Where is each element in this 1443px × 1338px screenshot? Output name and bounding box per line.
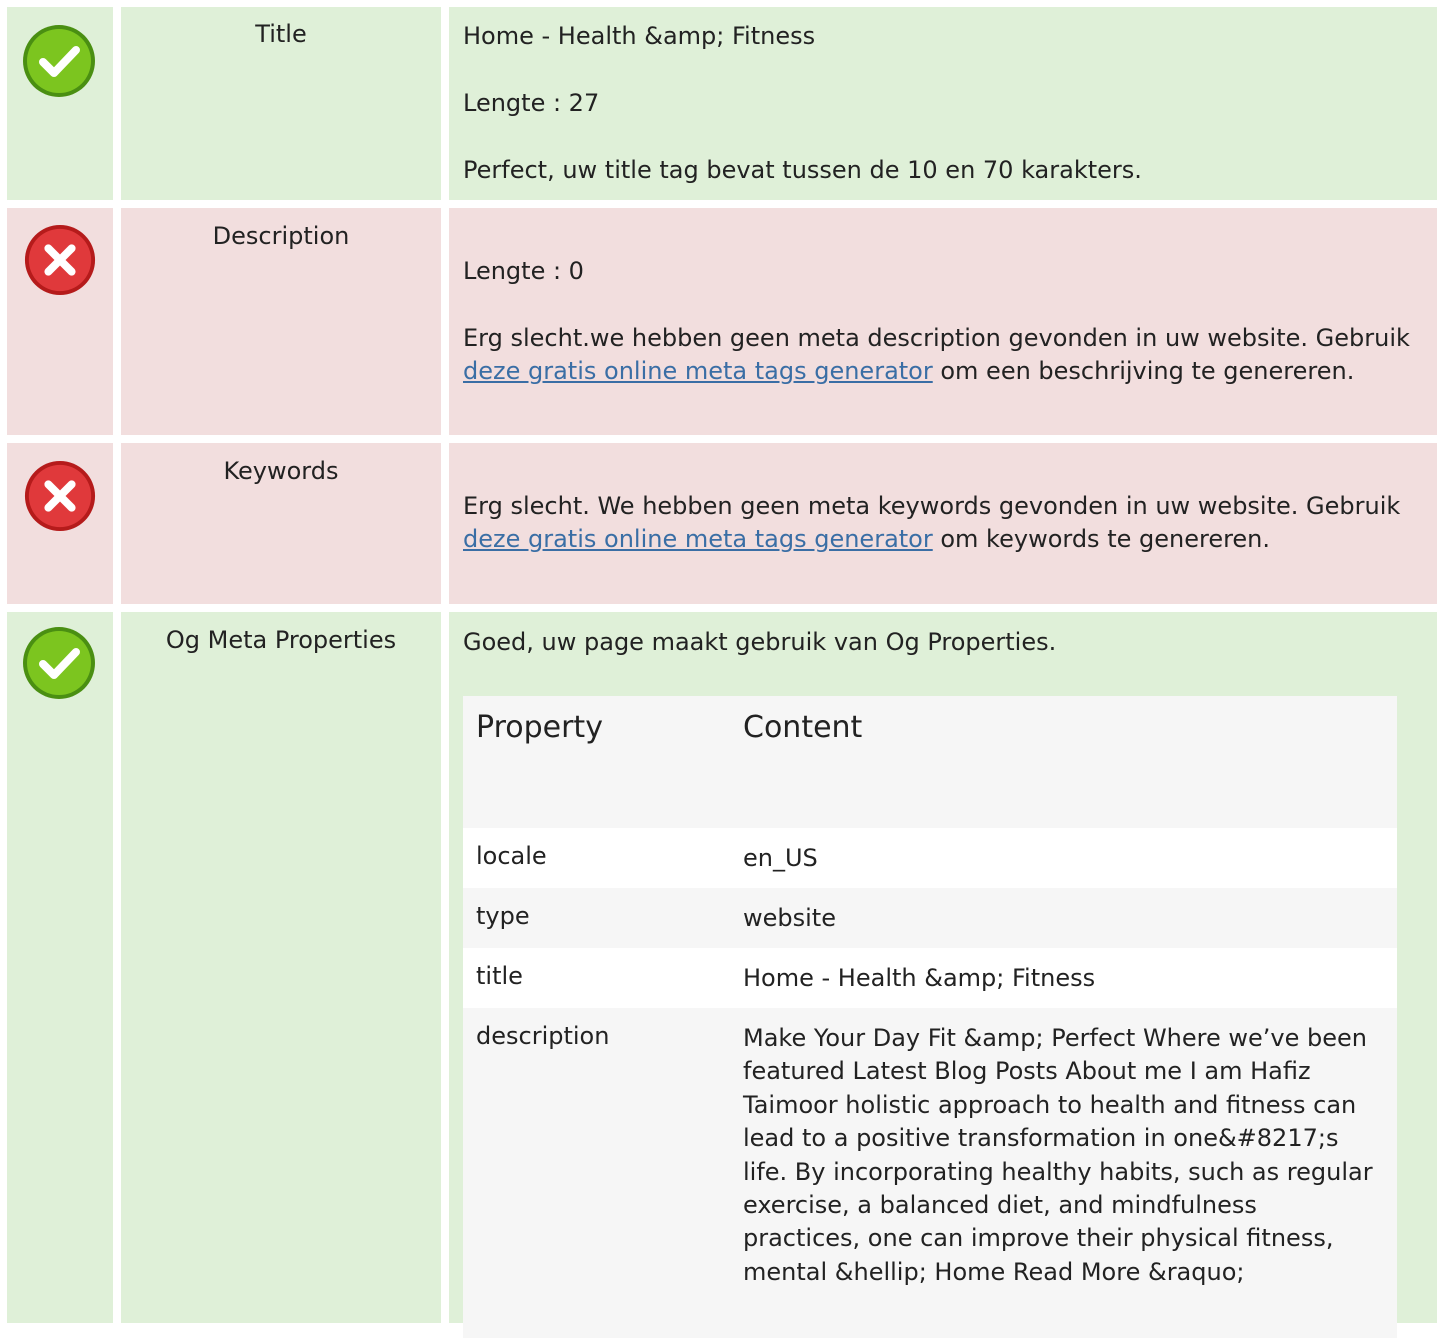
- status-cell: [7, 443, 113, 604]
- property-cell: type: [476, 902, 530, 930]
- content-cell: Goed, uw page maakt gebruik van Og Prope…: [449, 612, 1437, 1338]
- column-header-property: Property: [476, 710, 603, 745]
- title-row: Title Home - Health &amp; Fitness Lengte…: [0, 7, 1443, 200]
- keywords-row: Keywords Erg slecht. We hebben geen meta…: [0, 443, 1443, 604]
- content-cell-value: website: [743, 904, 836, 932]
- label-cell: Keywords: [121, 443, 441, 604]
- content-cell-value: en_US: [743, 844, 818, 872]
- keywords-message-text: Erg slecht. We hebben geen meta keywords…: [463, 492, 1401, 520]
- content-cell: Home - Health &amp; Fitness Lengte : 27 …: [449, 7, 1437, 200]
- cross-circle-icon: [24, 224, 96, 296]
- check-circle-icon: [23, 627, 95, 699]
- content-cell: Lengte : 0 Erg slecht.we hebben geen met…: [449, 208, 1437, 435]
- property-cell: locale: [476, 842, 547, 870]
- table-row: title Home - Health &amp; Fitness: [463, 948, 1397, 1008]
- meta-tags-generator-link[interactable]: deze gratis online meta tags generator: [463, 357, 933, 385]
- keywords-message: Erg slecht. We hebben geen meta keywords…: [463, 490, 1423, 556]
- check-circle-icon: [23, 25, 95, 97]
- content-cell-value: Make Your Day Fit &amp; Perfect Where we…: [743, 1024, 1373, 1286]
- title-message: Perfect, uw title tag bevat tussen de 10…: [463, 156, 1142, 184]
- row-label: Title: [255, 20, 307, 48]
- description-message: Erg slecht.we hebben geen meta descripti…: [463, 322, 1423, 388]
- og-properties-row: Og Meta Properties Goed, uw page maakt g…: [0, 612, 1443, 1338]
- table-row: type website: [463, 888, 1397, 948]
- status-cell: [7, 612, 113, 1323]
- description-length: Lengte : 0: [463, 257, 584, 285]
- og-message: Goed, uw page maakt gebruik van Og Prope…: [463, 628, 1057, 656]
- column-header-content: Content: [743, 710, 863, 745]
- title-value: Home - Health &amp; Fitness: [463, 22, 816, 50]
- keywords-message-tail: om keywords te genereren.: [932, 525, 1271, 553]
- table-header: Property Content: [463, 696, 1397, 828]
- status-cell: [7, 7, 113, 200]
- description-message-tail: om een beschrijving te genereren.: [932, 357, 1355, 385]
- property-cell: title: [476, 962, 523, 990]
- description-message-text: Erg slecht.we hebben geen meta descripti…: [463, 324, 1410, 352]
- content-cell-value: Home - Health &amp; Fitness: [743, 964, 1096, 992]
- table-row: locale en_US: [463, 828, 1397, 888]
- row-label: Keywords: [223, 457, 339, 485]
- meta-tags-generator-link[interactable]: deze gratis online meta tags generator: [463, 525, 933, 553]
- table-row: description Make Your Day Fit &amp; Perf…: [463, 1008, 1397, 1338]
- og-properties-table: Property Content locale en_US type websi…: [463, 696, 1397, 1338]
- description-row: Description Lengte : 0 Erg slecht.we heb…: [0, 208, 1443, 435]
- label-cell: Og Meta Properties: [121, 612, 441, 1323]
- cross-circle-icon: [24, 460, 96, 532]
- title-length: Lengte : 27: [463, 89, 600, 117]
- content-cell: Erg slecht. We hebben geen meta keywords…: [449, 443, 1437, 604]
- row-label: Description: [212, 222, 350, 250]
- row-label: Og Meta Properties: [165, 626, 397, 654]
- label-cell: Description: [121, 208, 441, 435]
- status-cell: [7, 208, 113, 435]
- property-cell: description: [476, 1022, 610, 1050]
- label-cell: Title: [121, 7, 441, 200]
